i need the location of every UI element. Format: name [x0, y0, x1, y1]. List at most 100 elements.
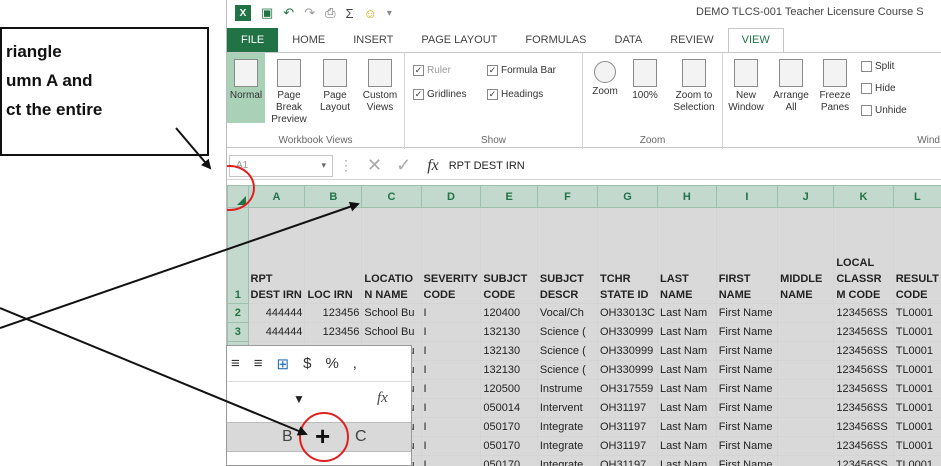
table-cell[interactable]: 050170 — [480, 455, 538, 466]
table-cell[interactable]: OH31197 — [596, 436, 659, 456]
table-cell[interactable]: I — [420, 322, 482, 342]
field-header-cell[interactable]: SUBJCT DESCR — [536, 207, 599, 304]
field-header-cell[interactable]: LOCATIO N NAME — [361, 207, 422, 304]
table-cell[interactable]: TL0001 — [892, 417, 941, 437]
table-cell[interactable]: 123456SS — [833, 436, 894, 456]
field-header-cell[interactable]: LAST NAME — [657, 207, 717, 304]
table-cell[interactable] — [777, 322, 835, 342]
page-layout-button[interactable]: Page Layout — [315, 53, 355, 123]
table-cell[interactable]: 123456 — [304, 303, 363, 323]
normal-view-button[interactable]: Normal — [227, 53, 265, 123]
hide-button[interactable]: Hide — [861, 83, 896, 94]
new-window-button[interactable]: New Window — [725, 53, 767, 123]
table-cell[interactable]: I — [420, 417, 482, 437]
column-header-c[interactable]: C — [361, 185, 422, 208]
formula-content[interactable]: RPT DEST IRN — [449, 160, 525, 172]
print-preview-icon[interactable]: ⎙ — [325, 5, 335, 21]
table-cell[interactable]: TL0001 — [892, 303, 941, 323]
table-cell[interactable]: First Name — [715, 303, 779, 323]
table-cell[interactable]: 050170 — [480, 417, 538, 437]
table-cell[interactable]: TL0001 — [892, 436, 941, 456]
column-header-f[interactable]: F — [536, 185, 599, 208]
row-header[interactable]: 3 — [227, 322, 249, 342]
cancel-icon[interactable]: ✕ — [367, 155, 382, 176]
table-cell[interactable]: Integrate — [536, 455, 599, 466]
table-cell[interactable] — [777, 379, 835, 399]
table-cell[interactable]: I — [420, 303, 482, 323]
table-cell[interactable]: 123456 — [304, 322, 363, 342]
save-icon[interactable]: ▣ — [261, 5, 273, 21]
custom-views-button[interactable]: Custom Views — [357, 53, 403, 123]
table-cell[interactable] — [777, 436, 835, 456]
table-cell[interactable]: TL0001 — [892, 341, 941, 361]
field-header-cell[interactable]: SUBJCT CODE — [480, 207, 538, 304]
table-cell[interactable]: Integrate — [536, 436, 599, 456]
table-cell[interactable]: Science ( — [536, 341, 599, 361]
table-cell[interactable]: 123456SS — [833, 417, 894, 437]
table-cell[interactable]: Science ( — [536, 360, 599, 380]
table-cell[interactable]: 123456SS — [833, 341, 894, 361]
page-break-preview-button[interactable]: Page Break Preview — [267, 53, 311, 125]
table-cell[interactable]: Last Nam — [657, 417, 717, 437]
table-cell[interactable]: I — [420, 455, 482, 466]
zoom-to-selection-button[interactable]: Zoom to Selection — [667, 53, 721, 123]
table-cell[interactable]: 123456SS — [833, 322, 894, 342]
column-header-e[interactable]: E — [480, 185, 538, 208]
table-cell[interactable]: TL0001 — [892, 360, 941, 380]
unhide-button[interactable]: Unhide — [861, 105, 907, 116]
table-cell[interactable]: OH33013C — [596, 303, 659, 323]
column-header-d[interactable]: D — [420, 185, 482, 208]
table-cell[interactable]: Integrate — [536, 417, 599, 437]
table-cell[interactable]: OH330999 — [596, 341, 659, 361]
table-cell[interactable]: 123456SS — [833, 379, 894, 399]
table-cell[interactable]: TL0001 — [892, 322, 941, 342]
table-cell[interactable]: First Name — [715, 417, 779, 437]
table-cell[interactable]: OH31197 — [596, 417, 659, 437]
table-cell[interactable]: First Name — [715, 379, 779, 399]
field-header-cell[interactable]: MIDDLE NAME — [777, 207, 835, 304]
table-cell[interactable]: 123456SS — [833, 360, 894, 380]
field-header-cell[interactable]: RESULT CODE — [892, 207, 941, 304]
table-cell[interactable]: First Name — [715, 455, 779, 466]
row-header[interactable]: 1 — [227, 207, 249, 304]
table-cell[interactable]: First Name — [715, 341, 779, 361]
table-cell[interactable] — [777, 360, 835, 380]
row-header[interactable]: 2 — [227, 303, 249, 323]
table-cell[interactable]: Vocal/Ch — [536, 303, 599, 323]
table-cell[interactable] — [777, 455, 835, 466]
name-box-dropdown-icon[interactable]: ▾ — [321, 160, 326, 171]
tab-file[interactable]: FILE — [227, 28, 279, 52]
column-header-a[interactable]: A — [247, 185, 306, 208]
table-cell[interactable]: 120400 — [480, 303, 538, 323]
table-cell[interactable]: 132130 — [480, 360, 538, 380]
table-cell[interactable]: TL0001 — [892, 455, 941, 466]
table-cell[interactable]: First Name — [715, 436, 779, 456]
table-cell[interactable]: 120500 — [480, 379, 538, 399]
table-cell[interactable]: 123456SS — [833, 455, 894, 466]
field-header-cell[interactable]: RPT DEST IRN — [247, 207, 306, 304]
table-cell[interactable]: 444444 — [247, 322, 306, 342]
table-cell[interactable]: Last Nam — [657, 341, 717, 361]
column-header-i[interactable]: I — [715, 185, 779, 208]
smiley-icon[interactable]: ☺ — [364, 6, 377, 21]
table-cell[interactable] — [777, 417, 835, 437]
table-cell[interactable]: First Name — [715, 360, 779, 380]
table-cell[interactable]: 050170 — [480, 436, 538, 456]
gridlines-checkbox[interactable]: ✓ Gridlines — [413, 89, 466, 100]
table-cell[interactable]: Last Nam — [657, 360, 717, 380]
tab-data[interactable]: DATA — [601, 34, 657, 52]
table-cell[interactable]: 444444 — [247, 303, 306, 323]
table-cell[interactable]: 123456SS — [833, 398, 894, 418]
enter-icon[interactable]: ✓ — [396, 155, 411, 176]
zoom-button[interactable]: Zoom — [587, 53, 623, 123]
column-header-k[interactable]: K — [833, 185, 894, 208]
table-cell[interactable]: Last Nam — [657, 379, 717, 399]
column-header-h[interactable]: H — [657, 185, 717, 208]
table-cell[interactable]: I — [420, 436, 482, 456]
table-cell[interactable]: Intervent — [536, 398, 599, 418]
field-header-cell[interactable]: SEVERITY CODE — [420, 207, 482, 304]
table-cell[interactable]: I — [420, 360, 482, 380]
table-cell[interactable]: Instrume — [536, 379, 599, 399]
table-cell[interactable] — [777, 303, 835, 323]
table-cell[interactable]: OH31197 — [596, 455, 659, 466]
